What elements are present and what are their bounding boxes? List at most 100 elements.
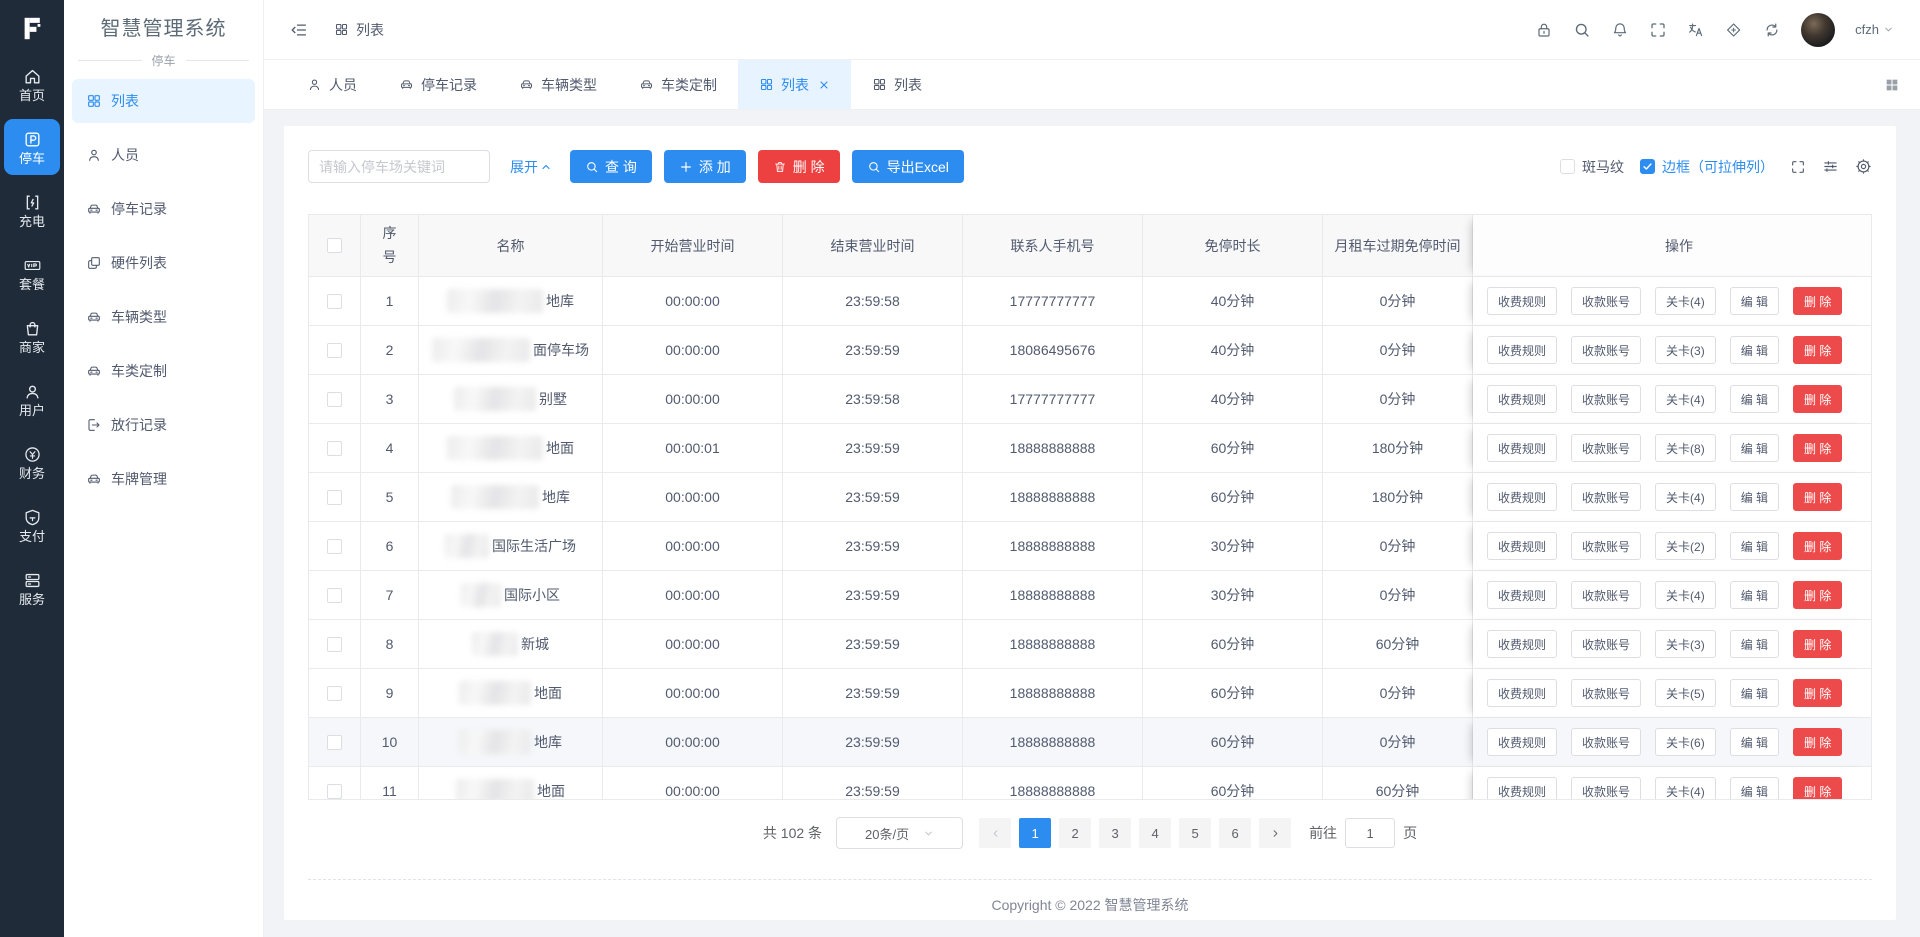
edit-button[interactable]: 编 辑 <box>1730 434 1779 462</box>
fee-rule-button[interactable]: 收费规则 <box>1487 287 1557 315</box>
row-checkbox[interactable] <box>327 686 342 701</box>
page-size-select[interactable]: 20条/页 <box>836 817 963 849</box>
sidebar-item-release-records[interactable]: 放行记录 <box>72 403 255 447</box>
sidebar-item-vehicle-custom[interactable]: 车类定制 <box>72 349 255 393</box>
gate-button[interactable]: 关卡(4) <box>1655 385 1716 413</box>
rail-item-users[interactable]: 用户 <box>4 371 60 427</box>
goto-page-input[interactable] <box>1345 818 1395 848</box>
edit-button[interactable]: 编 辑 <box>1730 336 1779 364</box>
fee-rule-button[interactable]: 收费规则 <box>1487 336 1557 364</box>
search-icon[interactable] <box>1573 21 1591 39</box>
rail-item-home[interactable]: 首页 <box>4 56 60 112</box>
delete-row-button[interactable]: 删 除 <box>1793 336 1842 364</box>
rail-item-finance[interactable]: 财务 <box>4 434 60 490</box>
fullscreen-icon[interactable] <box>1649 21 1667 39</box>
tab-list[interactable]: 列表 <box>851 60 943 109</box>
close-icon[interactable] <box>818 79 830 91</box>
payment-account-button[interactable]: 收款账号 <box>1571 581 1641 609</box>
delete-row-button[interactable]: 删 除 <box>1793 581 1842 609</box>
gear-icon[interactable] <box>1855 158 1872 175</box>
payment-account-button[interactable]: 收款账号 <box>1571 336 1641 364</box>
gate-button[interactable]: 关卡(2) <box>1655 532 1716 560</box>
select-all-checkbox[interactable] <box>327 238 342 253</box>
rail-item-packages[interactable]: 套餐 <box>4 245 60 301</box>
collapse-sidebar-icon[interactable] <box>290 21 308 39</box>
avatar[interactable] <box>1801 13 1835 47</box>
border-resizable-checkbox[interactable]: 边框（可拉伸列） <box>1640 157 1774 177</box>
edit-button[interactable]: 编 辑 <box>1730 385 1779 413</box>
fee-rule-button[interactable]: 收费规则 <box>1487 630 1557 658</box>
delete-row-button[interactable]: 删 除 <box>1793 777 1842 800</box>
row-checkbox[interactable] <box>327 784 342 799</box>
refresh-icon[interactable] <box>1763 21 1781 39</box>
tab-vehicle-types[interactable]: 车辆类型 <box>498 60 618 109</box>
payment-account-button[interactable]: 收款账号 <box>1571 434 1641 462</box>
notification-bell-icon[interactable] <box>1611 21 1629 39</box>
page-button-3[interactable]: 3 <box>1099 818 1131 848</box>
delete-row-button[interactable]: 删 除 <box>1793 483 1842 511</box>
expand-link[interactable]: 展开 <box>510 157 552 177</box>
fee-rule-button[interactable]: 收费规则 <box>1487 777 1557 800</box>
payment-account-button[interactable]: 收款账号 <box>1571 777 1641 800</box>
row-checkbox[interactable] <box>327 637 342 652</box>
page-button-5[interactable]: 5 <box>1179 818 1211 848</box>
row-checkbox[interactable] <box>327 343 342 358</box>
row-checkbox[interactable] <box>327 294 342 309</box>
payment-account-button[interactable]: 收款账号 <box>1571 679 1641 707</box>
add-button[interactable]: 添 加 <box>664 150 746 183</box>
fee-rule-button[interactable]: 收费规则 <box>1487 728 1557 756</box>
tab-options-icon[interactable] <box>1884 77 1900 93</box>
translate-icon[interactable] <box>1687 21 1705 39</box>
tab-parking-records[interactable]: 停车记录 <box>378 60 498 109</box>
gate-button[interactable]: 关卡(5) <box>1655 679 1716 707</box>
delete-row-button[interactable]: 删 除 <box>1793 728 1842 756</box>
edit-button[interactable]: 编 辑 <box>1730 679 1779 707</box>
gate-button[interactable]: 关卡(4) <box>1655 483 1716 511</box>
gate-button[interactable]: 关卡(8) <box>1655 434 1716 462</box>
delete-row-button[interactable]: 删 除 <box>1793 630 1842 658</box>
sidebar-item-vehicle-types[interactable]: 车辆类型 <box>72 295 255 339</box>
app-logo[interactable] <box>0 0 64 56</box>
tag-icon[interactable] <box>1725 21 1743 39</box>
fee-rule-button[interactable]: 收费规则 <box>1487 483 1557 511</box>
edit-button[interactable]: 编 辑 <box>1730 532 1779 560</box>
next-page-button[interactable] <box>1259 818 1291 848</box>
prev-page-button[interactable] <box>979 818 1011 848</box>
delete-row-button[interactable]: 删 除 <box>1793 385 1842 413</box>
row-checkbox[interactable] <box>327 441 342 456</box>
sidebar-item-parking-records[interactable]: 停车记录 <box>72 187 255 231</box>
edit-button[interactable]: 编 辑 <box>1730 777 1779 800</box>
rail-item-payment[interactable]: 支付 <box>4 497 60 553</box>
gate-button[interactable]: 关卡(6) <box>1655 728 1716 756</box>
edit-button[interactable]: 编 辑 <box>1730 483 1779 511</box>
payment-account-button[interactable]: 收款账号 <box>1571 630 1641 658</box>
page-button-2[interactable]: 2 <box>1059 818 1091 848</box>
row-checkbox[interactable] <box>327 735 342 750</box>
row-checkbox[interactable] <box>327 490 342 505</box>
fee-rule-button[interactable]: 收费规则 <box>1487 385 1557 413</box>
rail-item-parking[interactable]: 停车 <box>4 119 60 175</box>
user-menu[interactable]: cfzh <box>1855 22 1894 37</box>
row-checkbox[interactable] <box>327 588 342 603</box>
page-button-6[interactable]: 6 <box>1219 818 1251 848</box>
row-checkbox[interactable] <box>327 392 342 407</box>
edit-button[interactable]: 编 辑 <box>1730 630 1779 658</box>
delete-button[interactable]: 删 除 <box>758 150 840 183</box>
payment-account-button[interactable]: 收款账号 <box>1571 483 1641 511</box>
column-settings-icon[interactable] <box>1822 158 1839 175</box>
delete-row-button[interactable]: 删 除 <box>1793 679 1842 707</box>
payment-account-button[interactable]: 收款账号 <box>1571 385 1641 413</box>
payment-account-button[interactable]: 收款账号 <box>1571 287 1641 315</box>
sidebar-item-plate-management[interactable]: 车牌管理 <box>72 457 255 501</box>
table-fullscreen-icon[interactable] <box>1790 159 1806 175</box>
sidebar-item-hardware-list[interactable]: 硬件列表 <box>72 241 255 285</box>
row-checkbox[interactable] <box>327 539 342 554</box>
query-button[interactable]: 查 询 <box>570 150 652 183</box>
fee-rule-button[interactable]: 收费规则 <box>1487 434 1557 462</box>
search-input[interactable] <box>308 150 490 183</box>
gate-button[interactable]: 关卡(4) <box>1655 777 1716 800</box>
tab-vehicle-custom[interactable]: 车类定制 <box>618 60 738 109</box>
gate-button[interactable]: 关卡(4) <box>1655 287 1716 315</box>
lock-icon[interactable] <box>1535 21 1553 39</box>
edit-button[interactable]: 编 辑 <box>1730 581 1779 609</box>
